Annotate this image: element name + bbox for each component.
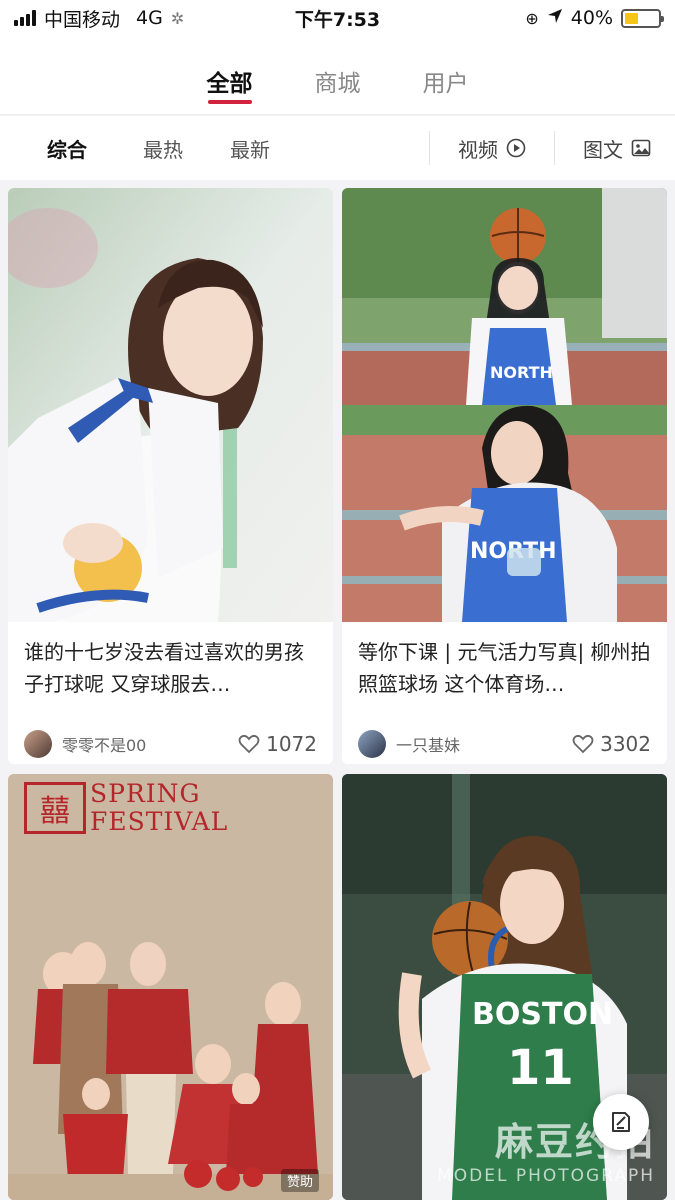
filter-newest[interactable]: 最新 — [183, 134, 270, 163]
like-count: 3302 — [600, 732, 651, 756]
loading-icon: ✲ — [170, 8, 185, 28]
top-tabs: 全部 商城 用户 — [0, 36, 675, 115]
post-title: 谁的十七岁没去看过喜欢的男孩子打球呢 又穿球服去… — [24, 640, 304, 696]
author-name[interactable]: 零零不是00 — [62, 732, 146, 756]
festival-seal: 囍 — [24, 782, 86, 834]
orientation-lock-icon: ⊕ — [525, 8, 539, 28]
post-image: NORTH NORTH — [342, 188, 667, 622]
like-count: 1072 — [266, 732, 317, 756]
network-label: 4G — [136, 7, 163, 29]
edit-icon — [612, 1112, 630, 1132]
tab-all[interactable]: 全部 — [207, 64, 253, 104]
signal-icon — [14, 10, 36, 26]
svg-text:BOSTON: BOSTON — [472, 997, 613, 1032]
filter-bar: 综合 最热 最新 视频 图文 — [0, 116, 675, 180]
status-time: 下午7:53 — [294, 8, 381, 31]
location-icon — [547, 7, 563, 29]
filter-image-text[interactable]: 图文 — [554, 131, 675, 165]
post-title: 等你下课 | 元气活力写真| 柳州拍照篮球场 这个体育场… — [358, 640, 651, 696]
post-card[interactable]: NORTH NORTH 等你下课 | 元气活力写真| 柳州拍照篮球场 这个体育场… — [342, 188, 667, 764]
watermark-sub: MODEL PHOTOGRAPH — [437, 1166, 655, 1186]
post-image: 囍 SPRING FESTIVAL 赞助 — [8, 774, 333, 1200]
filter-image-text-label: 图文 — [583, 137, 623, 162]
festival-line-2: FESTIVAL — [90, 807, 229, 836]
like-button[interactable]: 1072 — [238, 732, 317, 756]
post-card[interactable]: 囍 SPRING FESTIVAL 赞助 — [8, 774, 333, 1200]
image-icon — [631, 139, 651, 157]
sponsored-badge: 赞助 — [280, 1169, 319, 1192]
play-circle-icon — [506, 138, 526, 158]
festival-text: SPRING FESTIVAL — [90, 780, 228, 836]
carrier-label: 中国移动 — [44, 8, 121, 31]
battery-icon — [621, 8, 664, 28]
avatar[interactable] — [358, 730, 386, 758]
heart-icon — [572, 734, 594, 754]
tab-users[interactable]: 用户 — [423, 64, 469, 104]
post-meta: 一只基妹 3302 — [342, 714, 667, 764]
filter-video-label: 视频 — [458, 137, 498, 162]
post-image — [8, 188, 333, 622]
battery-percent: 40% — [570, 7, 613, 29]
author-name[interactable]: 一只基妹 — [396, 732, 460, 756]
svg-text:11: 11 — [507, 1040, 574, 1096]
status-bar: 中国移动 4G ✲ 下午7:53 ⊕ 40% — [0, 0, 675, 36]
heart-icon — [238, 734, 260, 754]
compose-button[interactable] — [593, 1094, 649, 1150]
filter-comprehensive[interactable]: 综合 — [0, 134, 87, 163]
like-button[interactable]: 3302 — [572, 732, 651, 756]
filter-hottest[interactable]: 最热 — [87, 134, 183, 163]
tab-mall[interactable]: 商城 — [315, 64, 361, 104]
filter-video[interactable]: 视频 — [429, 131, 554, 165]
avatar[interactable] — [24, 730, 52, 758]
festival-line-1: SPRING — [90, 779, 201, 808]
post-meta: 零零不是00 1072 — [8, 714, 333, 764]
post-card[interactable]: 谁的十七岁没去看过喜欢的男孩子打球呢 又穿球服去… 零零不是00 1072 — [8, 188, 333, 764]
svg-text:NORTH: NORTH — [490, 363, 553, 382]
